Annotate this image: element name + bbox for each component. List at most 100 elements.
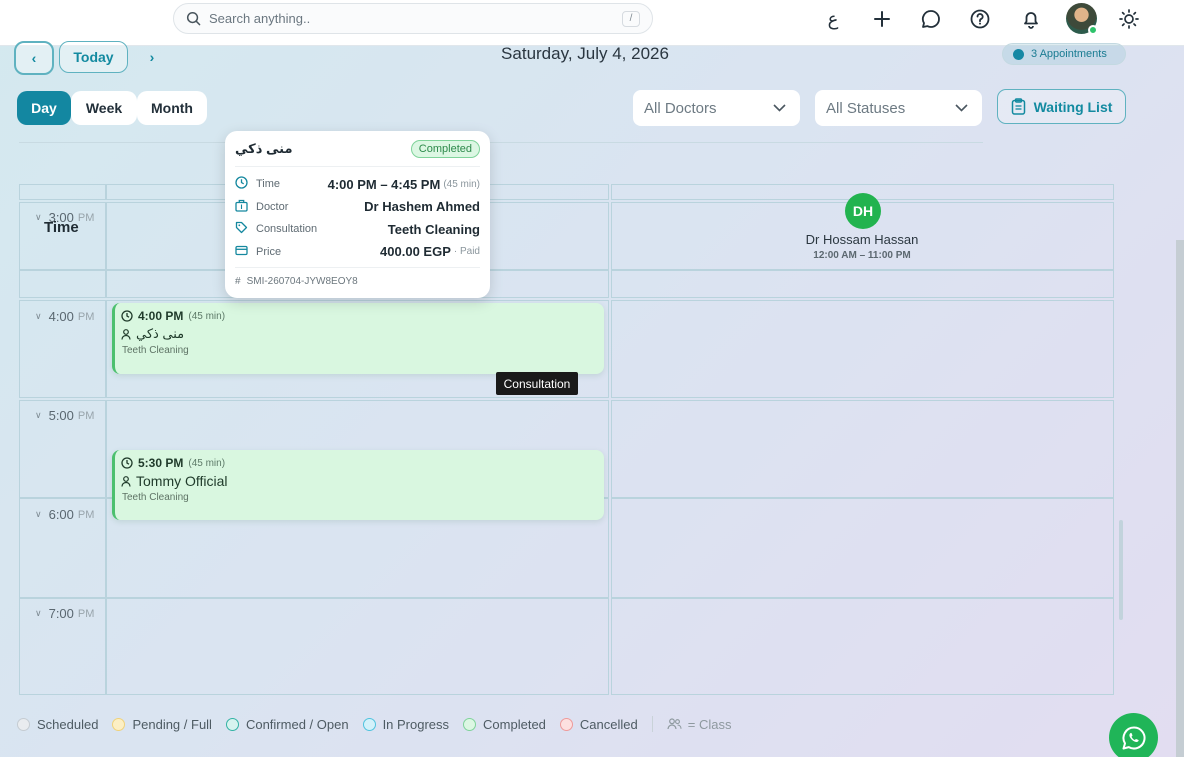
language-toggle[interactable]: ع [820,6,846,32]
search-bar[interactable]: Search anything.. / [173,3,653,34]
appointment-card[interactable]: 5:30 PM (45 min) Tommy Official Teeth Cl… [112,450,604,520]
appointment-detail-popover: منى ذكي Completed Time 4:00 PM – 4:45 PM… [225,131,490,298]
clock-icon [121,457,133,469]
hour-label-4pm[interactable]: ∨ 4:00 PM [35,309,94,324]
chat-icon[interactable] [918,6,944,32]
hour-label-7pm[interactable]: ∨ 7:00 PM [35,606,94,621]
clock-icon [235,176,251,192]
next-day-button[interactable]: › [140,45,164,69]
legend-item-scheduled: Scheduled [17,717,98,732]
whatsapp-button[interactable] [1109,713,1158,757]
legend-swatch [225,717,239,731]
appointments-count-badge: 3 Appointments [1002,43,1126,65]
today-button[interactable]: Today [59,41,128,73]
user-avatar[interactable] [1066,3,1098,35]
hash-icon: # [235,276,241,287]
appointments-dot-icon [1013,48,1024,60]
chevron-down-icon [955,104,968,112]
legend-swatch [559,717,573,731]
notification-bell-icon[interactable] [1018,6,1044,32]
whatsapp-icon [1122,725,1145,749]
doctor-filter-select[interactable]: All Doctors [633,90,800,126]
status-legend: Scheduled Pending / Full Confirmed / Ope… [17,716,731,732]
help-icon[interactable] [967,6,993,32]
legend-swatch [362,717,376,731]
appointment-patient-name: منى ذكي [136,326,185,341]
view-week-button[interactable]: Week [71,91,137,125]
doctor-column-cell[interactable] [611,270,1114,298]
time-column-header: Time [44,219,79,236]
building-icon [235,199,251,215]
popover-time-value: 4:00 PM – 4:45 PM [327,176,441,192]
chevron-right-icon: › [149,49,155,65]
view-day-button[interactable]: Day [17,91,71,125]
top-bar: Search anything.. / ع [0,0,1184,46]
appointment-service: Teeth Cleaning [122,492,189,503]
person-icon [121,475,131,487]
appointment-time: 5:30 PM [138,456,184,470]
doctor-column-cell[interactable] [611,300,1114,398]
doctor-column-cell[interactable] [611,498,1114,598]
grid-header-time-cell [19,184,106,200]
hour-label-6pm[interactable]: ∨ 6:00 PM [35,507,94,522]
search-icon [186,11,201,26]
time-slot-cell [19,270,106,298]
appointment-patient-name: Tommy Official [136,473,228,489]
doctor-working-hours: 12:00 AM – 11:00 PM [813,250,911,261]
search-input[interactable]: Search anything.. [209,11,622,26]
popover-time-row: Time 4:00 PM – 4:45 PM (45 min) [235,173,480,196]
chevron-down-icon: ∨ [35,311,42,321]
appointment-service: Teeth Cleaning [122,345,189,356]
doctor-column-cell[interactable] [106,598,609,695]
chevron-down-icon: ∨ [35,212,42,222]
clock-icon [121,310,133,322]
page-scrollbar[interactable] [1176,240,1184,757]
appointments-count-label: 3 Appointments [1031,48,1107,60]
popover-consultation-row: Consultation Teeth Cleaning [235,218,480,241]
add-icon[interactable] [869,6,895,32]
doctor-avatar: DH [845,193,881,229]
person-icon [121,328,131,340]
legend-swatch [17,717,30,731]
legend-swatch [463,717,477,731]
appointment-card[interactable]: 4:00 PM (45 min) منى ذكي Teeth Cleaning [112,303,604,374]
popover-reference: # SMI-260704-JYW8EOY8 [235,267,480,287]
status-badge: Completed [410,139,480,158]
legend-item-in-progress: In Progress [362,717,449,732]
popover-price-value: 400.00 EGP [380,244,451,260]
chevron-down-icon: ∨ [35,410,42,420]
appointment-duration: (45 min) [188,457,226,469]
popover-doctor-row: Doctor Dr Hashem Ahmed [235,196,480,219]
waiting-list-button[interactable]: Waiting List [997,89,1126,124]
view-month-button[interactable]: Month [137,91,207,125]
appointment-time: 4:00 PM [138,309,184,323]
appointment-duration: (45 min) [188,310,226,322]
current-date-title: Saturday, July 4, 2026 [501,44,669,63]
status-filter-value: All Statuses [826,99,906,117]
legend-item-pending: Pending / Full [112,717,212,732]
status-filter-select[interactable]: All Statuses [815,90,982,126]
doctor-filter-value: All Doctors [644,99,717,117]
credit-card-icon [235,244,251,260]
doctor-column-cell[interactable] [611,598,1114,695]
legend-item-cancelled: Cancelled [559,717,638,732]
hour-label-5pm[interactable]: ∨ 5:00 PM [35,408,94,423]
chevron-down-icon [773,104,786,112]
legend-divider [651,716,653,732]
chevron-left-icon: ‹ [31,50,37,66]
popover-price-row: Price 400.00 EGP · Paid [235,241,480,264]
chevron-down-icon: ∨ [35,509,42,519]
hover-tooltip: Consultation [496,372,578,395]
doctor-column-cell[interactable] [611,400,1114,498]
popover-doctor-value: Dr Hashem Ahmed [364,199,480,215]
popover-consultation-value: Teeth Cleaning [387,221,480,237]
legend-swatch [112,717,126,731]
chevron-down-icon: ∨ [35,608,42,618]
search-shortcut-key: / [622,10,640,27]
grid-scrollbar-thumb[interactable] [1119,520,1123,620]
online-status-dot [1088,25,1098,35]
legend-item-completed: Completed [463,717,546,732]
doctor-name: Dr Hossam Hassan [805,232,919,247]
previous-day-button[interactable]: ‹ [14,41,54,75]
theme-toggle-sun-icon[interactable] [1116,6,1142,32]
